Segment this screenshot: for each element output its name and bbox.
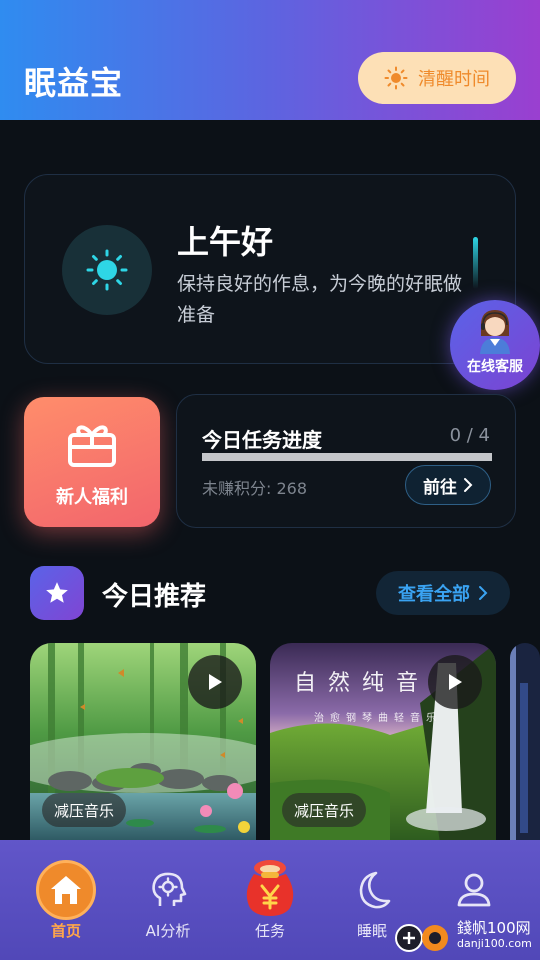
app-header: 眠益宝 清醒时间: [0, 0, 540, 120]
view-all-button[interactable]: 查看全部: [376, 571, 510, 615]
nav-label-home: 首页: [50, 922, 81, 940]
task-count: 0 / 4: [449, 425, 490, 446]
sun-icon: [86, 249, 128, 291]
watermark-url: danji100.com: [457, 937, 532, 950]
greeting-sun-badge: [62, 225, 152, 315]
media-card-partial[interactable]: [510, 643, 540, 843]
customer-service-button[interactable]: 在线客服: [450, 300, 540, 390]
go-to-tasks-button[interactable]: 前往: [405, 465, 491, 505]
greeting-title: 上午好: [177, 223, 274, 261]
nav-label-ai-analysis: AI分析: [145, 922, 191, 940]
home-active-circle: [36, 860, 96, 920]
play-button[interactable]: [188, 655, 242, 709]
wake-time-button[interactable]: 清醒时间: [358, 52, 516, 104]
play-icon: [449, 674, 462, 690]
task-progress-bar: [202, 453, 492, 461]
recommend-title: 今日推荐: [102, 582, 207, 612]
recommend-badge: [30, 566, 84, 620]
media-tag: 减压音乐: [42, 793, 127, 827]
sun-icon: [384, 66, 408, 90]
view-all-label: 查看全部: [398, 584, 470, 605]
chevron-right-icon: [464, 478, 473, 492]
go-label: 前往: [423, 477, 457, 498]
card-overlay-title: 自然纯音: [294, 671, 431, 696]
unearned-points: 未赚积分: 268: [202, 479, 308, 498]
media-card[interactable]: 减压音乐: [30, 643, 256, 843]
nav-label-tasks: 任务: [254, 922, 285, 940]
nav-item-ai-analysis[interactable]: AI分析: [118, 840, 218, 960]
play-button[interactable]: [428, 655, 482, 709]
greeting-subtitle: 保持良好的作息，为今晚的好眠做准备: [177, 273, 463, 326]
watermark-logo-icon: [395, 924, 448, 952]
play-icon: [209, 674, 222, 690]
watermark-title: 錢帆100网: [457, 919, 531, 937]
customer-service-label: 在线客服: [467, 359, 523, 375]
nav-item-tasks[interactable]: 任务: [220, 840, 320, 960]
new-user-perk-label: 新人福利: [56, 487, 128, 508]
media-card[interactable]: 自然纯音 治愈钢琴曲轻音乐 减压音乐: [270, 643, 496, 843]
chevron-right-icon: [479, 586, 488, 600]
user-icon: [457, 873, 491, 907]
moon-icon: [359, 871, 391, 909]
money-bag-icon: [246, 860, 294, 916]
card-overlay-subtitle: 治愈钢琴曲轻音乐: [314, 713, 442, 724]
home-icon: [51, 876, 81, 904]
wake-time-label: 清醒时间: [418, 69, 490, 90]
media-artwork: [510, 643, 540, 843]
task-title: 今日任务进度: [202, 428, 322, 452]
greeting-card: 上午好 保持良好的作息，为今晚的好眠做准备: [24, 174, 516, 364]
task-progress-card: 今日任务进度 0 / 4 未赚积分: 268 前往: [176, 394, 516, 528]
scroll-indicator: [473, 237, 478, 289]
new-user-perk-card[interactable]: 新人福利: [24, 397, 160, 527]
media-tag: 减压音乐: [282, 793, 367, 827]
ai-head-icon: [152, 872, 187, 906]
nav-item-home[interactable]: 首页: [16, 840, 116, 960]
site-watermark: 錢帆100网 danji100.com: [395, 918, 540, 954]
app-title: 眠益宝: [24, 64, 124, 102]
star-icon: [46, 582, 68, 603]
gift-icon: [68, 425, 116, 467]
agent-avatar-icon: [480, 310, 510, 354]
